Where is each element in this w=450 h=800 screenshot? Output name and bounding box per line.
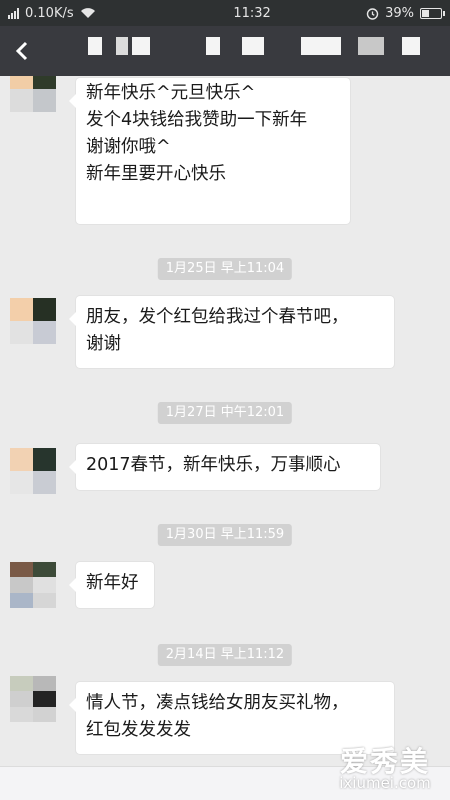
message-line: 新年快乐^元旦快乐^ bbox=[86, 83, 256, 103]
battery-icon bbox=[420, 7, 445, 19]
avatar[interactable] bbox=[10, 298, 56, 344]
title-bar bbox=[0, 26, 450, 76]
message-line: 谢谢 bbox=[86, 334, 121, 354]
network-speed: 0.10K/s bbox=[25, 5, 74, 21]
message-bubble[interactable]: 新年好 bbox=[69, 562, 154, 608]
battery-fill bbox=[422, 9, 430, 17]
timestamp: 1月30日 早上11:59 bbox=[157, 524, 293, 546]
message-line: 2017春节，新年快乐，万事顺心 bbox=[86, 455, 341, 475]
avatar[interactable] bbox=[10, 448, 56, 494]
avatar[interactable] bbox=[10, 76, 56, 112]
alarm-icon bbox=[366, 7, 379, 20]
timestamp: 1月25日 早上11:04 bbox=[157, 258, 293, 280]
timestamp: 2月14日 早上11:12 bbox=[157, 644, 293, 666]
message-line: 朋友，发个红包给我过个春节吧， bbox=[86, 307, 349, 327]
avatar[interactable] bbox=[10, 676, 56, 722]
mosaic-block bbox=[301, 37, 341, 55]
message-line: 发个4块钱给我赞助一下新年 bbox=[86, 110, 308, 130]
mosaic-block bbox=[358, 37, 384, 55]
mosaic-block bbox=[88, 37, 102, 55]
timestamp: 1月27日 中午12:01 bbox=[157, 402, 293, 424]
message-line: 谢谢你哦^ bbox=[86, 137, 171, 157]
back-button[interactable] bbox=[0, 26, 46, 76]
mosaic-block bbox=[206, 37, 220, 55]
status-bar: 0.10K/s 11:32 39% bbox=[0, 0, 450, 26]
watermark: 爱秀美 ixiumei.com bbox=[330, 740, 440, 800]
battery-percent: 39% bbox=[385, 5, 414, 21]
mosaic-block bbox=[242, 37, 264, 55]
mosaic-block bbox=[116, 37, 128, 55]
clock: 11:32 bbox=[233, 5, 271, 21]
message-line: 情人节，凑点钱给女朋友买礼物， bbox=[86, 693, 349, 713]
message-line: 新年好 bbox=[86, 573, 139, 593]
mosaic-block bbox=[402, 37, 420, 55]
message-bubble[interactable]: 新年快乐^元旦快乐^ 发个4块钱给我赞助一下新年 谢谢你哦^ 新年里要开心快乐 bbox=[69, 78, 350, 224]
mosaic-block bbox=[132, 37, 150, 55]
status-left: 0.10K/s bbox=[8, 6, 178, 21]
watermark-url: ixiumei.com bbox=[339, 774, 431, 792]
message-line: 新年里要开心快乐 bbox=[86, 164, 226, 184]
message-bubble[interactable]: 2017春节，新年快乐，万事顺心 bbox=[69, 444, 380, 490]
avatar[interactable] bbox=[10, 562, 56, 608]
signal-icon bbox=[8, 7, 19, 19]
message-bubble[interactable]: 朋友，发个红包给我过个春节吧， 谢谢 bbox=[69, 296, 394, 368]
status-right: 39% bbox=[366, 5, 445, 21]
chat-area[interactable]: 新年快乐^元旦快乐^ 发个4块钱给我赞助一下新年 谢谢你哦^ 新年里要开心快乐 … bbox=[0, 76, 450, 800]
wifi-icon bbox=[80, 8, 95, 18]
back-arrow-icon bbox=[15, 41, 28, 61]
obscured-title bbox=[46, 26, 450, 76]
